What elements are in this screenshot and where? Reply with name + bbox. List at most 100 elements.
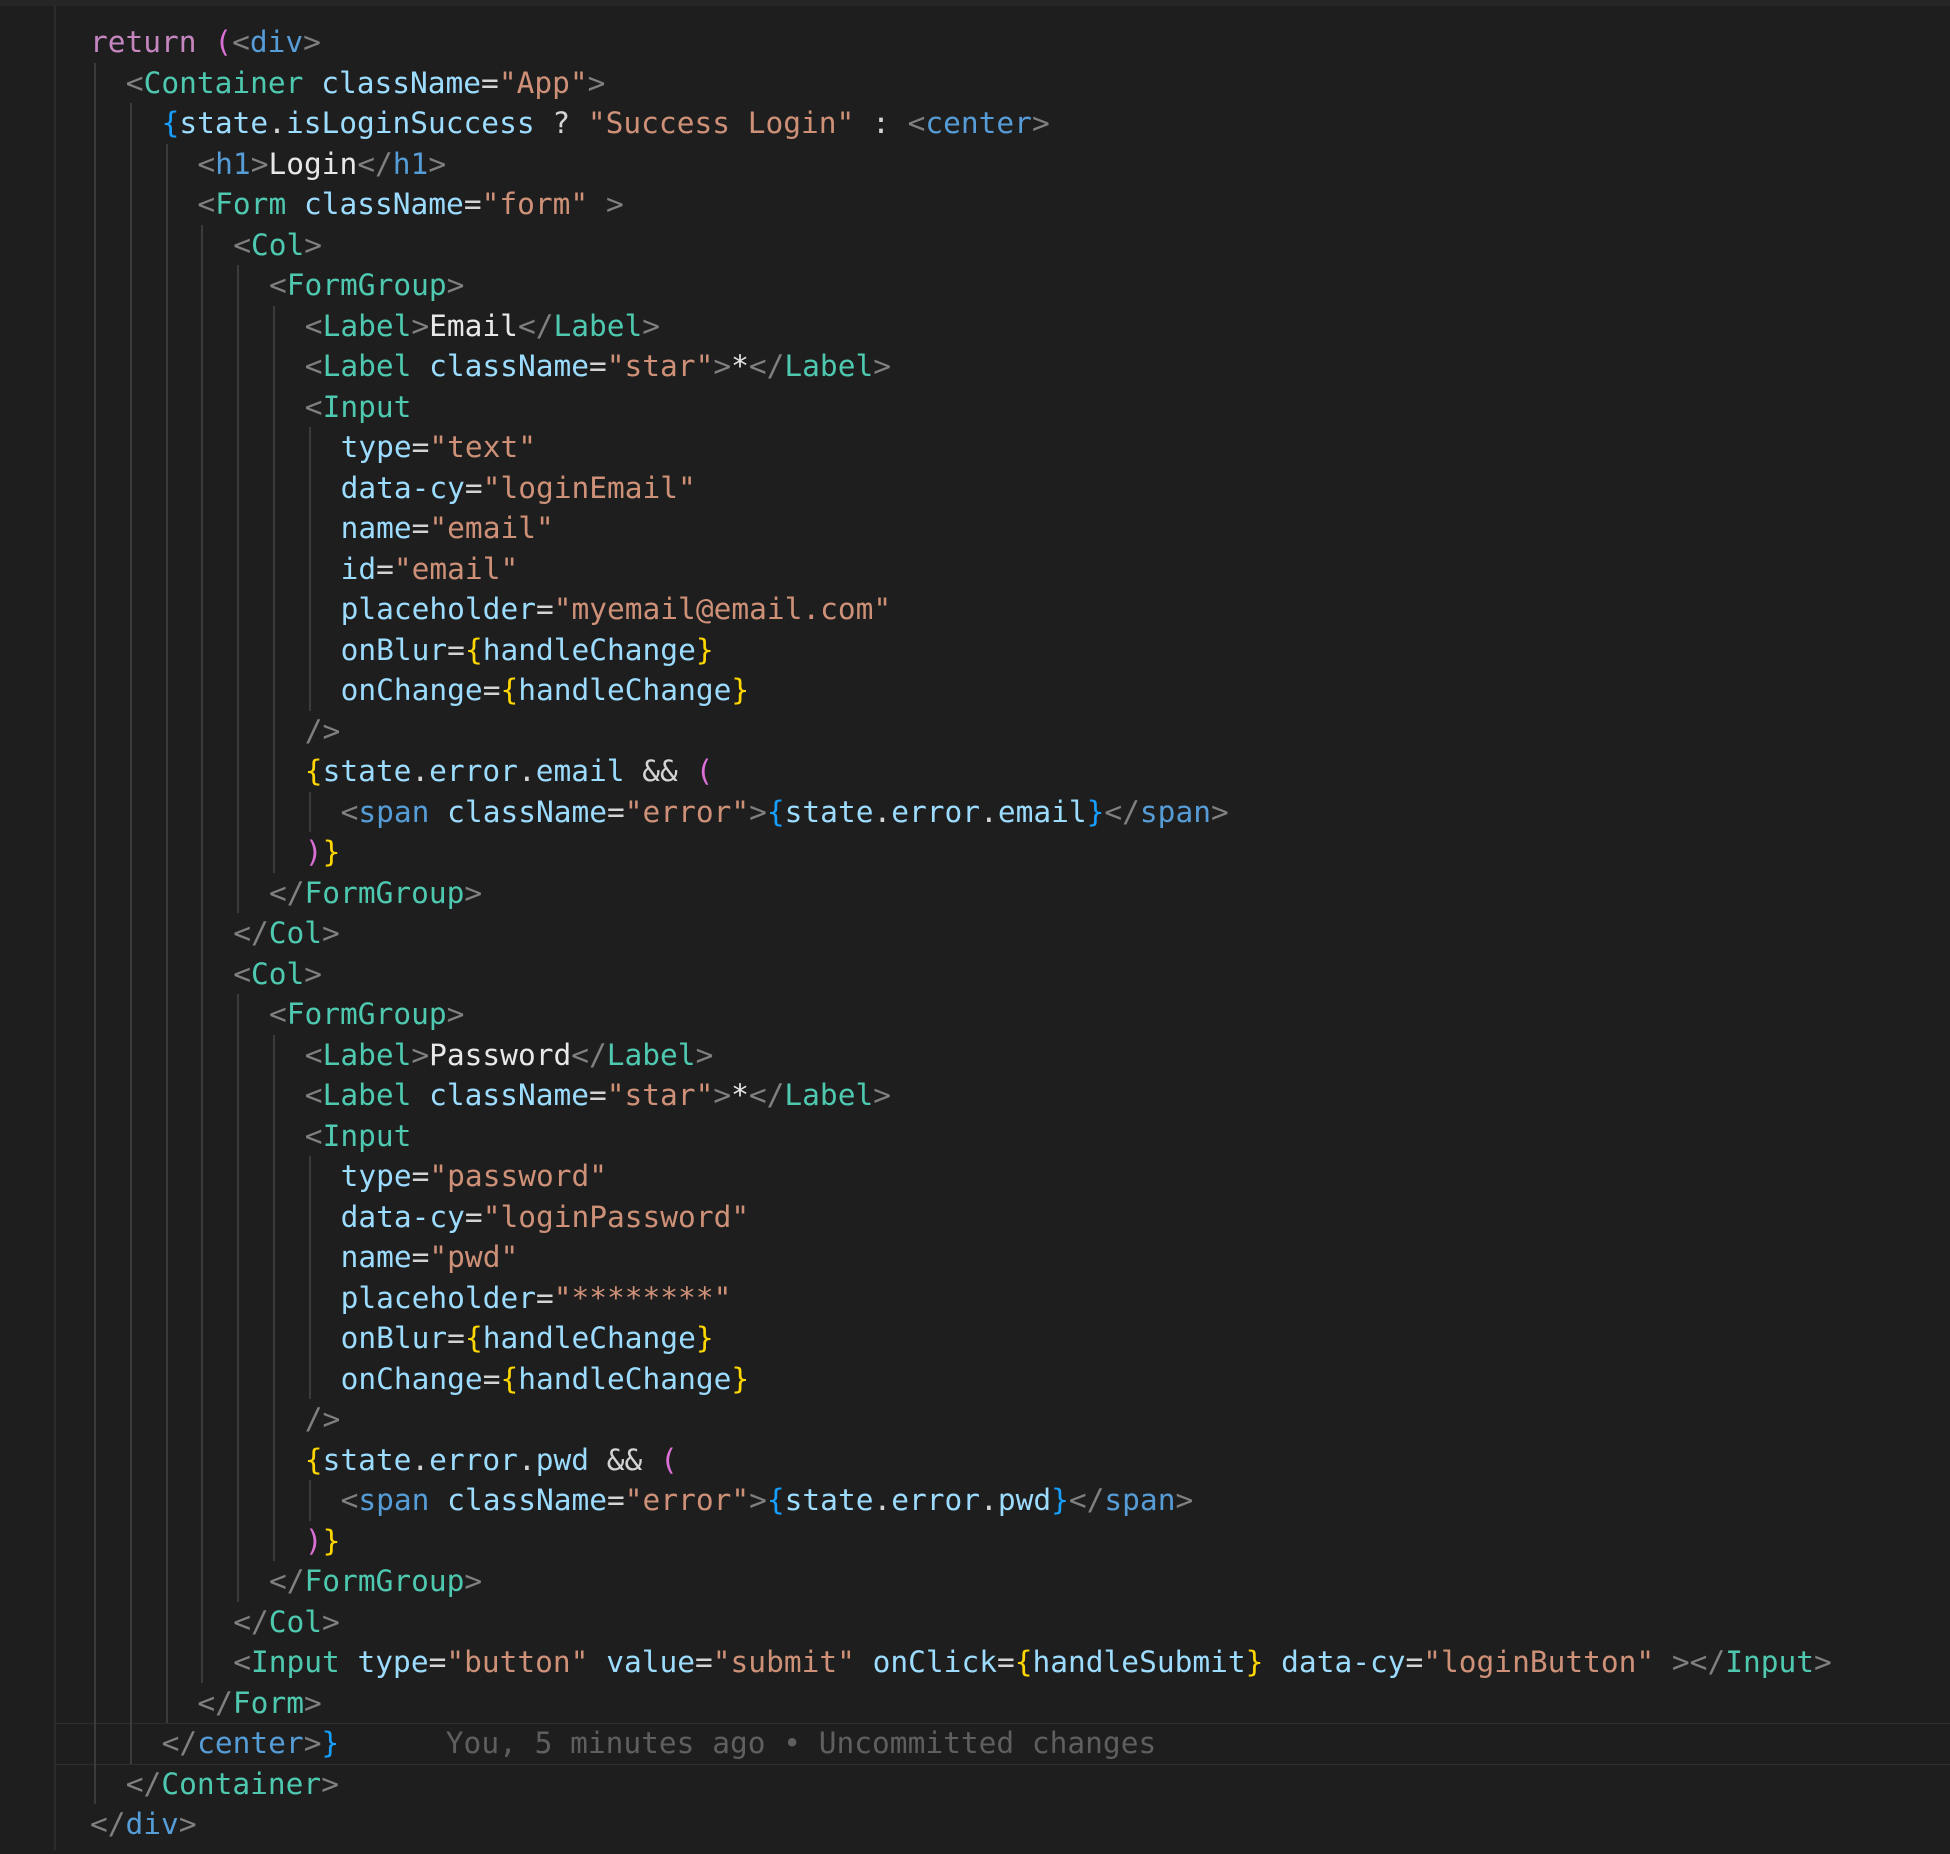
indent-guide	[165, 346, 168, 387]
indent-guide	[237, 346, 240, 387]
indent-guide	[308, 791, 311, 832]
indent-guide	[165, 872, 168, 913]
code-token: data-cy	[340, 1199, 465, 1234]
indent-guide	[273, 710, 275, 751]
code-token: Col	[250, 956, 305, 991]
code-token: div	[249, 25, 304, 59]
code-line-content: data-cy="loginEmail"	[341, 468, 696, 509]
indent-guide	[94, 1601, 96, 1642]
indent-guide	[273, 589, 275, 630]
indent-guide	[165, 1561, 168, 1602]
code-token: className	[321, 65, 482, 100]
indent-guide	[201, 589, 204, 630]
code-token: >	[1210, 794, 1229, 829]
code-token: div	[125, 1807, 179, 1841]
code-token: "form"	[481, 187, 589, 221]
code-token: =	[1405, 1645, 1424, 1679]
code-token: "Success Login"	[587, 106, 855, 140]
code-token: state	[179, 106, 269, 140]
indent-guide	[165, 589, 168, 630]
code-token: {	[766, 794, 785, 829]
code-line-content: <span className="error">{state.error.ema…	[341, 792, 1229, 833]
indent-guide	[129, 1115, 132, 1156]
indent-guide	[165, 1277, 168, 1318]
indent-guide	[201, 467, 204, 508]
indent-guide	[129, 1480, 132, 1521]
indent-guide	[94, 1439, 96, 1480]
code-token: =	[447, 632, 465, 667]
indent-guide	[201, 265, 204, 306]
code-token: >	[322, 916, 340, 950]
indent-guide	[273, 1156, 275, 1197]
indent-guide	[273, 1075, 275, 1116]
indent-guide	[165, 913, 168, 954]
code-token: "text"	[429, 430, 536, 464]
code-token: pwd	[997, 1483, 1052, 1517]
indent-guide	[129, 589, 132, 630]
indent-guide	[237, 832, 240, 873]
code-token: error	[891, 1483, 981, 1517]
code-token: }	[322, 1523, 341, 1558]
code-token: value	[606, 1645, 696, 1679]
code-token: Label	[784, 349, 874, 383]
indent-guide	[129, 791, 132, 832]
code-token: =	[607, 1483, 625, 1517]
indent-guide	[94, 872, 96, 913]
code-line-content: <h1>Login</h1>	[197, 144, 446, 185]
code-token: </	[161, 1726, 198, 1760]
code-token: >	[605, 187, 624, 221]
code-token: "star"	[606, 349, 714, 383]
indent-guide	[201, 1156, 204, 1197]
code-token: <	[304, 308, 323, 343]
code-token: >	[178, 1807, 197, 1841]
code-token: >	[411, 308, 430, 343]
code-token: Label	[322, 1037, 412, 1072]
indent-guide	[201, 832, 204, 873]
indent-guide	[94, 548, 96, 589]
indent-guide	[94, 1237, 96, 1278]
indent-guide	[201, 751, 204, 792]
code-line-content: <Label>Password</Label>	[305, 1035, 714, 1076]
indent-guide	[273, 1399, 275, 1440]
code-token: <	[233, 1645, 251, 1679]
indent-guide	[201, 1196, 204, 1237]
code-token: </	[269, 875, 305, 910]
code-token: }	[695, 1321, 714, 1355]
code-token: error	[891, 794, 981, 829]
indent-guide	[94, 1561, 96, 1602]
code-token: >	[1175, 1483, 1194, 1517]
indent-guide	[129, 670, 132, 711]
code-line-content: {state.isLoginSuccess ? "Success Login" …	[162, 103, 1050, 144]
code-line-content: name="email"	[341, 508, 554, 549]
indent-guide	[94, 103, 96, 144]
indent-guide	[94, 1318, 96, 1359]
indent-guide	[237, 1156, 240, 1197]
code-token: center	[925, 106, 1032, 140]
indent-guide	[129, 913, 132, 954]
code-editor[interactable]: return (<div> <Container className="App">…	[0, 0, 1950, 1854]
code-token: "star"	[606, 1078, 714, 1112]
indent-guide	[273, 305, 275, 346]
code-token: &&	[624, 754, 696, 788]
indent-guide	[129, 305, 132, 346]
code-token: FormGroup	[286, 268, 447, 302]
code-token: "loginPassword"	[482, 1199, 750, 1234]
code-token: type	[340, 430, 412, 464]
code-token: <	[197, 187, 216, 221]
code-token: .	[517, 1442, 536, 1477]
code-token: >	[1814, 1645, 1832, 1679]
code-token: >	[464, 875, 483, 910]
code-token: span	[1139, 794, 1211, 829]
indent-guide	[237, 670, 240, 711]
indent-guide	[201, 1399, 204, 1440]
code-token: >	[464, 1564, 483, 1598]
code-line-content: </Form>	[197, 1683, 321, 1724]
code-token: =	[411, 511, 430, 545]
indent-guide	[94, 1763, 96, 1804]
code-token: >	[250, 146, 269, 181]
code-token: <	[304, 1078, 323, 1112]
indent-guide	[237, 1480, 240, 1521]
code-token: handleChange	[518, 1361, 732, 1396]
